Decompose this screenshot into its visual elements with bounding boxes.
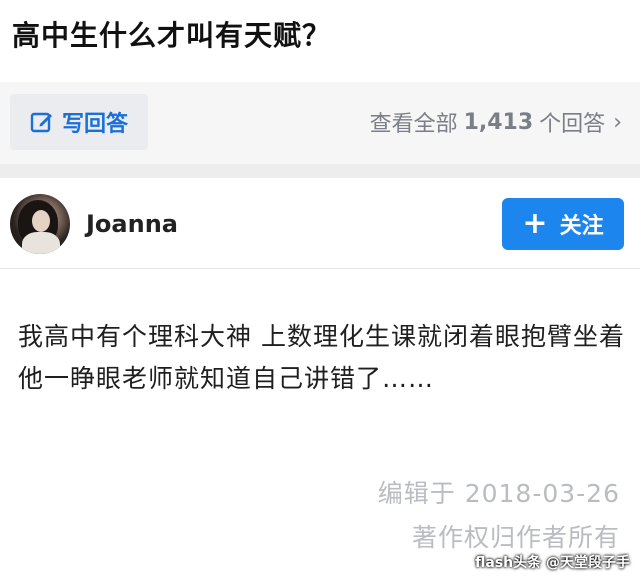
- author-row: Joanna + 关注: [0, 178, 640, 266]
- divider-line: [0, 268, 640, 269]
- avatar[interactable]: [10, 194, 70, 254]
- answer-count: 1,413: [463, 109, 534, 135]
- chevron-right-icon: ›: [613, 109, 622, 135]
- write-answer-button[interactable]: 写回答: [10, 94, 148, 150]
- watermark: flash头条 @天堂段子手: [475, 555, 630, 571]
- section-divider: [0, 164, 640, 178]
- answer-body: 我高中有个理科大神 上数理化生课就闭着眼抱臂坐着 他一睁眼老师就知道自己讲错了……: [18, 322, 625, 393]
- edited-date: 编辑于 2018-03-26: [377, 479, 620, 508]
- copyright-notice: 著作权归作者所有: [411, 523, 620, 552]
- answer-action-bar: 写回答 查看全部 1,413 个回答 ›: [0, 82, 640, 164]
- question-title: 高中生什么才叫有天赋？: [12, 19, 332, 52]
- view-all-suffix: 个回答: [539, 112, 606, 137]
- follow-label: 关注: [559, 214, 604, 239]
- author-name[interactable]: Joanna: [86, 210, 178, 238]
- view-all-prefix: 查看全部: [369, 112, 458, 137]
- plus-icon: +: [522, 206, 548, 241]
- edit-icon: [30, 112, 52, 133]
- write-answer-label: 写回答: [61, 112, 128, 137]
- follow-button[interactable]: + 关注: [502, 198, 624, 250]
- view-all-answers-link[interactable]: 查看全部 1,413 个回答 ›: [370, 102, 622, 142]
